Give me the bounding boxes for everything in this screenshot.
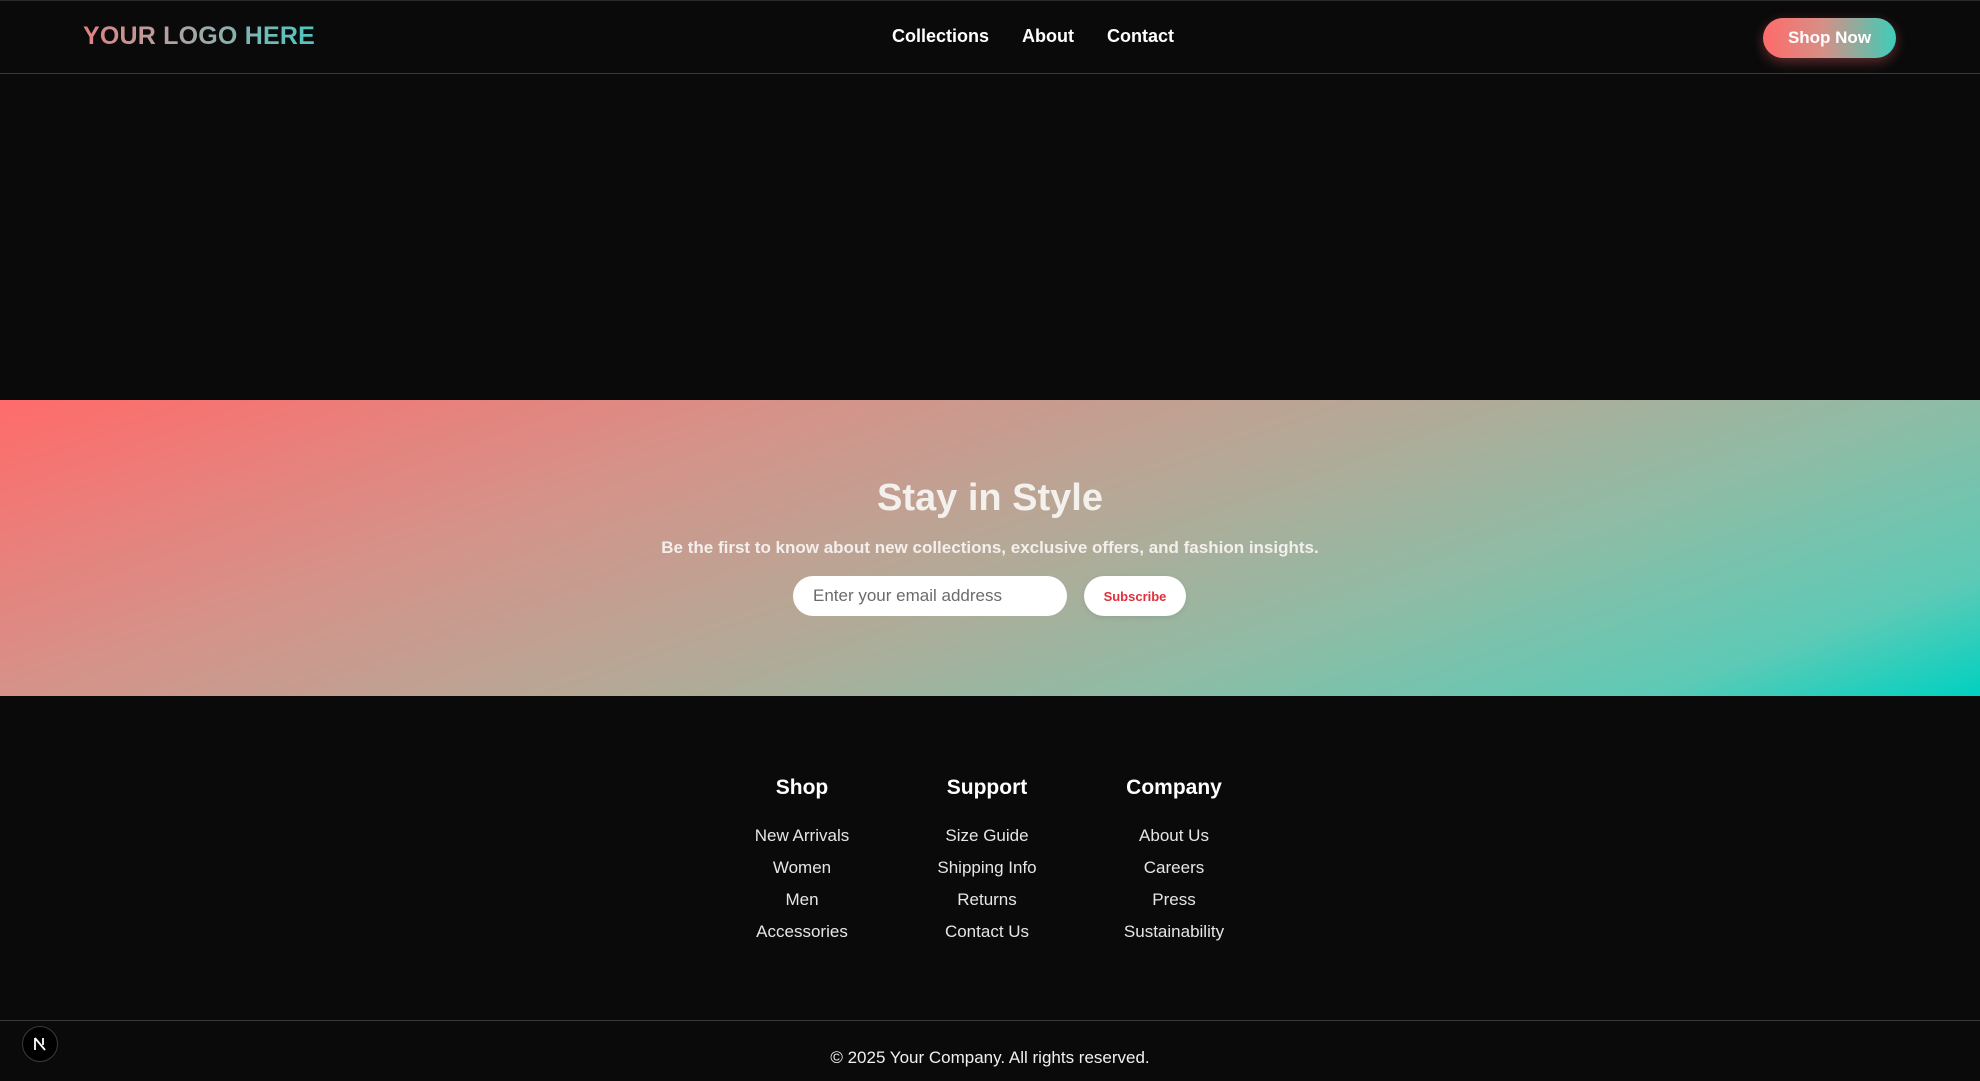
shop-now-button[interactable]: Shop Now	[1763, 18, 1896, 58]
nav-link-contact[interactable]: Contact	[1107, 26, 1174, 47]
footer-heading-support: Support	[946, 776, 1028, 799]
newsletter-subtitle: Be the first to know about new collectio…	[661, 538, 1319, 557]
footer-link-contact-us[interactable]: Contact Us	[897, 916, 1077, 948]
footer-link-accessories[interactable]: Accessories	[712, 916, 892, 948]
footer-heading-shop: Shop	[775, 776, 829, 799]
footer-link-about-us[interactable]: About Us	[1084, 820, 1264, 852]
footer-link-women[interactable]: Women	[712, 852, 892, 884]
copyright-text: © 2025 Your Company. All rights reserved…	[830, 1048, 1150, 1067]
nextjs-logo-icon	[34, 1037, 46, 1051]
footer-heading-company: Company	[1126, 776, 1222, 799]
bottom-bar: © 2025 Your Company. All rights reserved…	[0, 1020, 1980, 1081]
nextjs-dev-badge[interactable]	[22, 1026, 58, 1062]
footer-column-support: Support Size Guide Shipping Info Returns…	[897, 775, 1077, 948]
main-nav: Collections About Contact	[892, 26, 1174, 47]
site-header: YOUR LOGO HERE Collections About Contact…	[0, 0, 1980, 74]
newsletter-title: Stay in Style	[877, 477, 1103, 519]
footer-link-men[interactable]: Men	[712, 884, 892, 916]
email-input[interactable]	[793, 576, 1067, 616]
footer-column-shop: Shop New Arrivals Women Men Accessories	[712, 775, 892, 948]
nav-link-about[interactable]: About	[1022, 26, 1074, 47]
footer-link-shipping-info[interactable]: Shipping Info	[897, 852, 1077, 884]
footer-column-company: Company About Us Careers Press Sustainab…	[1084, 775, 1264, 948]
newsletter-section: Stay in Style Be the first to know about…	[0, 400, 1980, 696]
footer-link-new-arrivals[interactable]: New Arrivals	[712, 820, 892, 852]
logo[interactable]: YOUR LOGO HERE	[83, 22, 315, 51]
nav-link-collections[interactable]: Collections	[892, 26, 989, 47]
footer-link-press[interactable]: Press	[1084, 884, 1264, 916]
subscribe-button[interactable]: Subscribe	[1084, 576, 1186, 616]
footer-link-careers[interactable]: Careers	[1084, 852, 1264, 884]
footer-link-returns[interactable]: Returns	[897, 884, 1077, 916]
footer-link-size-guide[interactable]: Size Guide	[897, 820, 1077, 852]
footer-link-sustainability[interactable]: Sustainability	[1084, 916, 1264, 948]
